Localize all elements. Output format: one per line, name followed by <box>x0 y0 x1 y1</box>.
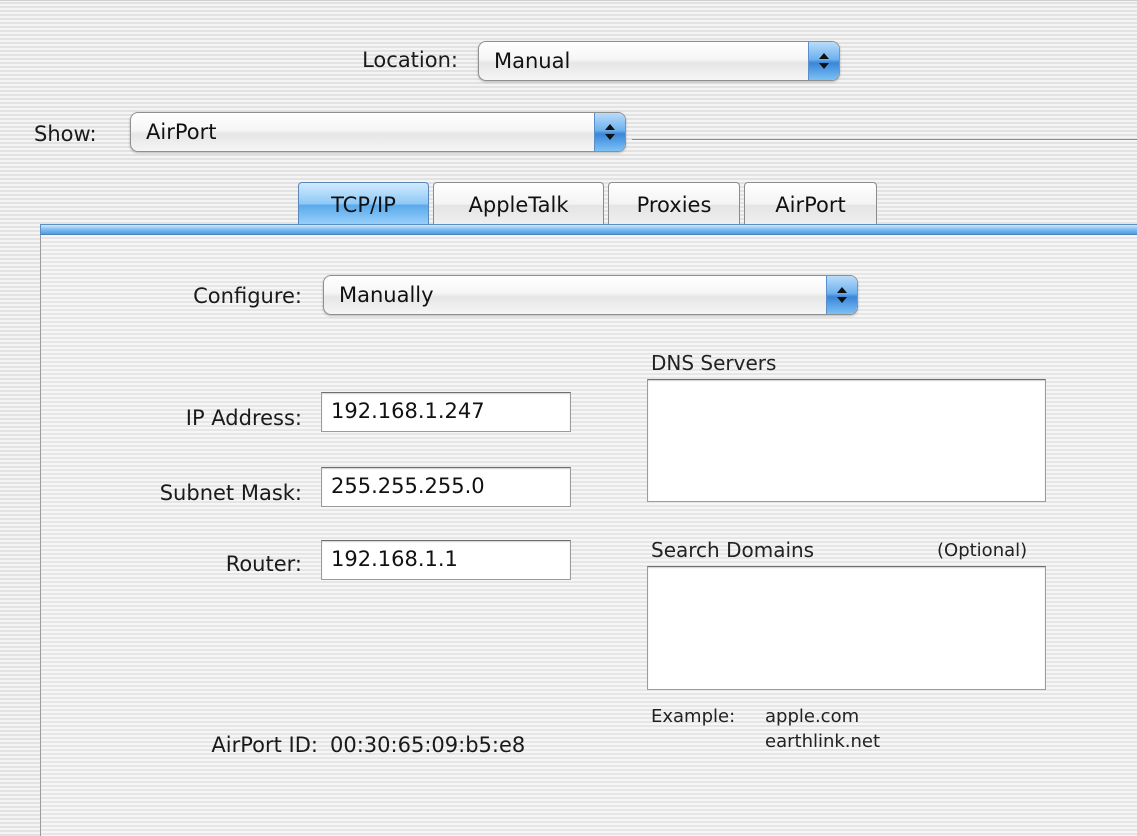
up-down-arrows-icon <box>826 276 857 314</box>
router-field[interactable]: 192.168.1.1 <box>321 540 571 580</box>
dns-servers-label: DNS Servers <box>651 351 777 375</box>
optional-hint: (Optional) <box>937 540 1028 561</box>
location-popup[interactable]: Manual <box>478 41 840 81</box>
dns-servers-field[interactable] <box>647 379 1046 502</box>
tab-proxies[interactable]: Proxies <box>608 182 740 226</box>
example-line-1: apple.com <box>765 706 860 727</box>
configure-value: Manually <box>339 283 434 307</box>
tab-airport[interactable]: AirPort <box>744 182 877 226</box>
show-popup[interactable]: AirPort <box>130 112 626 152</box>
example-line-2: earthlink.net <box>765 731 881 752</box>
airport-id-value: 00:30:65:09:b5:e8 <box>330 733 526 757</box>
location-label: Location: <box>362 48 458 72</box>
router-label: Router: <box>225 552 302 576</box>
ip-address-label: IP Address: <box>185 406 302 430</box>
show-label: Show: <box>34 122 97 146</box>
up-down-arrows-icon <box>808 42 839 80</box>
tab-tcp-ip[interactable]: TCP/IP <box>298 182 429 226</box>
example-label: Example: <box>651 706 736 727</box>
show-separator <box>632 139 1137 141</box>
airport-id-label: AirPort ID: <box>211 733 318 757</box>
subnet-mask-field[interactable]: 255.255.255.0 <box>321 467 571 507</box>
up-down-arrows-icon <box>594 113 625 151</box>
configure-label: Configure: <box>193 284 302 308</box>
search-domains-field[interactable] <box>647 566 1046 690</box>
location-value: Manual <box>494 49 571 73</box>
search-domains-label: Search Domains <box>651 538 815 562</box>
tab-band <box>40 224 1137 235</box>
window-top-edge <box>0 0 1137 9</box>
subnet-mask-label: Subnet Mask: <box>159 481 302 505</box>
tab-appletalk[interactable]: AppleTalk <box>433 182 604 226</box>
ip-address-field[interactable]: 192.168.1.247 <box>321 392 571 432</box>
show-value: AirPort <box>146 120 217 144</box>
configure-popup[interactable]: Manually <box>323 275 858 315</box>
